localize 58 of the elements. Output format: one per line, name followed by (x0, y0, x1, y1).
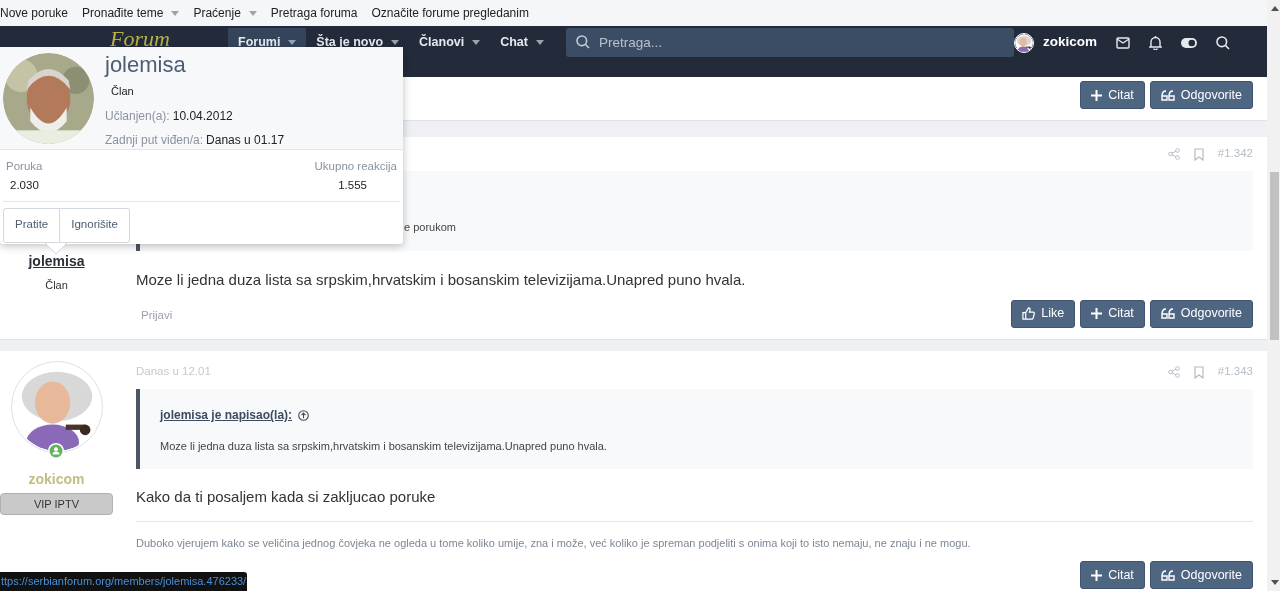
scroll-down-icon[interactable] (1270, 580, 1279, 585)
toggle-icon[interactable] (1181, 37, 1197, 48)
stat-label: Poruka (6, 159, 43, 174)
author-name[interactable]: jolemisa (28, 251, 85, 272)
profile-role: Član (111, 84, 135, 99)
signature: Duboko vjerujem kako se veličina jednog čovjeka ne ogleda u tome koliko umije, zna i može, već koliko je spreman podjeliti s onima koji to isto nemaju, ne znaju i ne mogu. (136, 535, 972, 551)
last-seen-label: Zadnji put viđen/a: (105, 131, 204, 149)
quote-author-link[interactable]: jolemisa je napisao(la): (160, 406, 293, 424)
follow-button[interactable]: Pratite (3, 207, 61, 243)
top-nav-link[interactable]: Označite forume pregledanim (371, 4, 529, 22)
plus-icon (1091, 308, 1103, 319)
scrollbar-thumb[interactable] (1270, 172, 1279, 340)
reply-button[interactable]: Odgovorite (1149, 561, 1253, 589)
user-title-badge: VIP IPTV (0, 493, 113, 515)
search-icon[interactable] (1216, 35, 1230, 50)
like-button[interactable]: Like (1011, 299, 1076, 328)
search-field[interactable]: Pretraga... (566, 28, 1014, 57)
caret-icon (472, 39, 481, 45)
reply-button[interactable]: Odgovorite (1149, 299, 1253, 328)
search-icon (576, 35, 590, 49)
reply-button[interactable]: Odgovorite (1149, 81, 1253, 109)
quote-text: Moze li jedna duza lista sa srpskim,hrvatskim i bosanskim televizijama.Unapred puno hvala. (160, 439, 608, 454)
caret-icon (288, 39, 297, 45)
top-nav-link[interactable]: Pronađite teme (82, 4, 180, 22)
arrow-up-circle-icon[interactable] (298, 409, 310, 421)
last-seen-time: Danas u 01.17 (206, 131, 285, 149)
scroll-up-icon[interactable] (1270, 6, 1279, 11)
ignore-button[interactable]: Ignorišite (60, 207, 130, 243)
joined-date: 10.04.2012 (172, 107, 233, 125)
nav-tab[interactable]: Chat (490, 28, 554, 56)
mail-icon[interactable] (1116, 36, 1130, 49)
stat-label: Ukupno reakcija (314, 159, 397, 174)
quote-button[interactable]: Citat (1080, 81, 1145, 109)
post-message: Kako da ti posaljem kada si zakljucao poruke (136, 487, 437, 507)
quote-button[interactable]: Citat (1080, 299, 1145, 328)
plus-icon (1091, 569, 1103, 581)
stat-value[interactable]: 2.030 (10, 177, 39, 195)
thumbs-up-icon (1022, 307, 1036, 320)
nav-tab[interactable]: Članovi (409, 28, 491, 56)
quote-icon (1160, 569, 1175, 581)
quote-icon (1160, 89, 1175, 101)
stat-value[interactable]: 1.555 (338, 177, 367, 195)
bell-icon[interactable] (1149, 35, 1162, 50)
caret-icon (391, 39, 400, 45)
quote-icon (1160, 308, 1175, 319)
plus-icon (1091, 89, 1103, 101)
joined-label: Učlanjen(a): (105, 107, 170, 125)
logo-text[interactable]: Forum (110, 28, 170, 51)
caret-icon (536, 39, 544, 45)
user-menu-link[interactable]: zokicom (1043, 32, 1097, 53)
author-role: Član (45, 278, 68, 293)
top-nav-link[interactable]: Pretraga foruma (270, 4, 358, 22)
quote-button[interactable]: Citat (1080, 561, 1145, 589)
post-message: Moze li jedna duza lista sa srpskim,hrvatskim i bosanskim televizijama.Unapred puno hvala. (136, 270, 747, 290)
quote-text: e porukom (404, 219, 456, 235)
link-url: ttps://serbianforum.org/members/jolemisa.476233/ (1, 574, 247, 590)
top-nav-link[interactable]: Praćenje (193, 4, 257, 22)
top-nav-link[interactable]: Nove poruke (0, 4, 69, 22)
